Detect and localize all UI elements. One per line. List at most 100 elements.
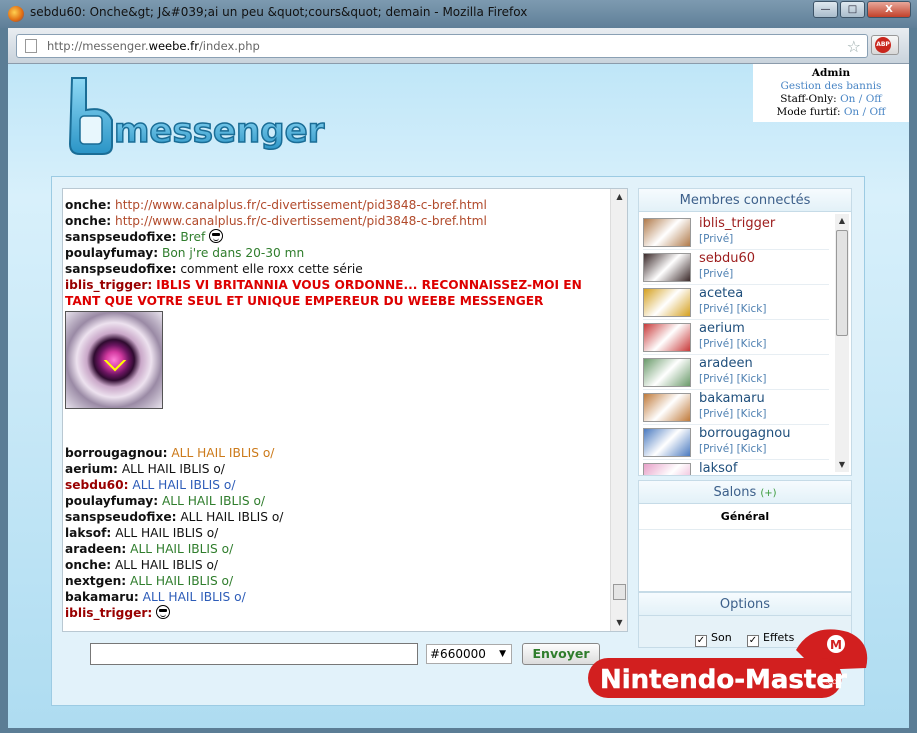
chat-image-geass-eye[interactable] <box>65 311 163 409</box>
chat-username[interactable]: poulayfumay: <box>65 246 158 260</box>
messenger-logo: messenger <box>68 77 325 155</box>
chat-username[interactable]: iblis_trigger: <box>65 606 152 620</box>
member-item: iblis_trigger [Privé] <box>643 216 829 250</box>
chat-username[interactable]: nextgen: <box>65 574 126 588</box>
chat-username[interactable]: sanspseudofixe: <box>65 230 176 244</box>
avatar <box>643 463 691 475</box>
chat-message-text: comment elle roxx cette série <box>180 262 363 276</box>
stealth-on-link[interactable]: On <box>844 106 859 118</box>
chat-message-text: ALL HAIL IBLIS o/ <box>130 574 234 588</box>
member-name[interactable]: laksof <box>699 461 737 475</box>
chat-username[interactable]: onche: <box>65 558 111 572</box>
chat-username[interactable]: sebdu60: <box>65 478 128 492</box>
chat-message-text[interactable]: http://www.canalplus.fr/c-divertissement… <box>115 198 487 212</box>
chat-message-text: ALL HAIL IBLIS o/ <box>161 494 266 508</box>
chat-line: sanspseudofixe: Bref <box>65 229 593 245</box>
sidebar: Membres connectés iblis_trigger [Privé] se… <box>638 188 852 648</box>
member-actions[interactable]: [Privé] [Kick] <box>699 443 766 455</box>
chat-username[interactable]: aerium: <box>65 462 118 476</box>
members-scrollbar[interactable]: ▲ ▼ <box>835 214 849 472</box>
window-title: sebdu60: Onche&gt; J&#039;ai un peu &quo… <box>30 5 528 19</box>
scroll-up-arrow-icon[interactable]: ▲ <box>611 189 627 205</box>
bookmark-star-icon[interactable]: ☆ <box>847 37 861 56</box>
chat-username[interactable]: sanspseudofixe: <box>65 262 176 276</box>
staff-only-on-link[interactable]: On <box>840 93 855 105</box>
salon-item[interactable]: Général <box>639 504 851 530</box>
chat-line: iblis_trigger: <box>65 605 593 621</box>
chat-message-text: ALL HAIL IBLIS o/ <box>115 526 219 540</box>
member-item: acetea [Privé] [Kick] <box>643 286 829 320</box>
members-scroll-thumb[interactable] <box>836 230 848 336</box>
url-text: http://messenger.weebe.fr/index.php <box>47 39 260 53</box>
chat-line: sanspseudofixe: comment elle roxx cette … <box>65 261 593 277</box>
chevron-down-icon: ▼ <box>499 649 506 659</box>
address-bar[interactable]: http://messenger.weebe.fr/index.php ☆ <box>16 34 868 58</box>
chat-username[interactable]: aradeen: <box>65 542 126 556</box>
member-item: aradeen [Privé] [Kick] <box>643 356 829 390</box>
member-name[interactable]: borrougagnou <box>699 426 790 441</box>
member-name[interactable]: aerium <box>699 321 745 336</box>
chat-username[interactable]: sanspseudofixe: <box>65 510 176 524</box>
close-button[interactable]: X <box>867 1 911 18</box>
member-item: borrougagnou [Privé] [Kick] <box>643 426 829 460</box>
member-actions[interactable]: [Privé] <box>699 233 733 245</box>
chat-line: bakamaru: ALL HAIL IBLIS o/ <box>65 589 593 605</box>
member-name[interactable]: iblis_trigger <box>699 216 775 231</box>
svg-text:M: M <box>830 638 842 652</box>
stealth-mode-row: Mode furtif: On / Off <box>776 106 886 118</box>
member-actions[interactable]: [Privé] <box>699 268 733 280</box>
members-heading: Membres connectés <box>638 188 852 212</box>
member-actions[interactable]: [Privé] [Kick] <box>699 303 766 315</box>
options-heading: Options <box>638 592 852 616</box>
member-item: bakamaru [Privé] [Kick] <box>643 391 829 425</box>
avatar <box>643 358 691 387</box>
scroll-down-arrow-icon[interactable]: ▼ <box>835 458 849 472</box>
add-salon-link[interactable]: (+) <box>760 488 776 499</box>
stealth-off-link[interactable]: Off <box>869 106 885 118</box>
chat-username[interactable]: bakamaru: <box>65 590 139 604</box>
chat-scrollbar[interactable]: ▲ ▼ <box>610 189 627 631</box>
member-name[interactable]: acetea <box>699 286 743 301</box>
banned-management-link[interactable]: Gestion des bannis <box>753 80 909 93</box>
adblock-icon: ABP <box>875 37 891 53</box>
admin-heading: Admin <box>811 67 851 79</box>
chat-message-text: ALL HAIL IBLIS o/ <box>114 558 219 572</box>
color-select[interactable]: #660000 ▼ <box>426 644 512 664</box>
staff-only-row: Staff-Only: On / Off <box>780 93 882 105</box>
member-actions[interactable]: [Privé] [Kick] <box>699 373 766 385</box>
composer: #660000 ▼ Envoyer <box>90 643 605 667</box>
chat-message-text: ALL HAIL IBLIS o/ <box>171 446 275 460</box>
member-name[interactable]: bakamaru <box>699 391 765 406</box>
avatar <box>643 393 691 422</box>
chat-username[interactable]: laksof: <box>65 526 111 540</box>
chat-line: borrougagnou: ALL HAIL IBLIS o/ <box>65 445 593 461</box>
avatar <box>643 288 691 317</box>
chat-line: nextgen: ALL HAIL IBLIS o/ <box>65 573 593 589</box>
chat-line: aerium: ALL HAIL IBLIS o/ <box>65 461 593 477</box>
chat-message-text[interactable]: http://www.canalplus.fr/c-divertissement… <box>115 214 487 228</box>
chat-log[interactable]: onche: http://www.canalplus.fr/c-diverti… <box>62 188 628 632</box>
member-item: laksof <box>643 461 829 475</box>
chat-scroll-thumb[interactable] <box>613 584 626 600</box>
maximize-button[interactable]: □ <box>840 1 865 18</box>
member-name[interactable]: aradeen <box>699 356 753 371</box>
chat-line: aradeen: ALL HAIL IBLIS o/ <box>65 541 593 557</box>
minimize-button[interactable]: — <box>813 1 838 18</box>
chat-message-text: ALL HAIL IBLIS o/ <box>180 510 284 524</box>
chat-line: laksof: ALL HAIL IBLIS o/ <box>65 525 593 541</box>
member-name[interactable]: sebdu60 <box>699 251 755 266</box>
scroll-up-arrow-icon[interactable]: ▲ <box>835 214 849 228</box>
chat-username[interactable]: onche: <box>65 198 111 212</box>
svg-text:.COM: .COM <box>826 679 842 686</box>
member-actions[interactable]: [Privé] [Kick] <box>699 338 766 350</box>
avatar <box>643 218 691 247</box>
chat-username[interactable]: poulayfumay: <box>65 494 158 508</box>
svg-text:Nintendo-Master: Nintendo-Master <box>600 665 847 695</box>
message-input[interactable] <box>90 643 418 665</box>
chat-username[interactable]: borrougagnou: <box>65 446 167 460</box>
member-actions[interactable]: [Privé] [Kick] <box>699 408 766 420</box>
staff-only-off-link[interactable]: Off <box>866 93 882 105</box>
chat-line: onche: http://www.canalplus.fr/c-diverti… <box>65 197 593 213</box>
adblock-button[interactable]: ABP <box>871 35 899 55</box>
chat-username[interactable]: onche: <box>65 214 111 228</box>
